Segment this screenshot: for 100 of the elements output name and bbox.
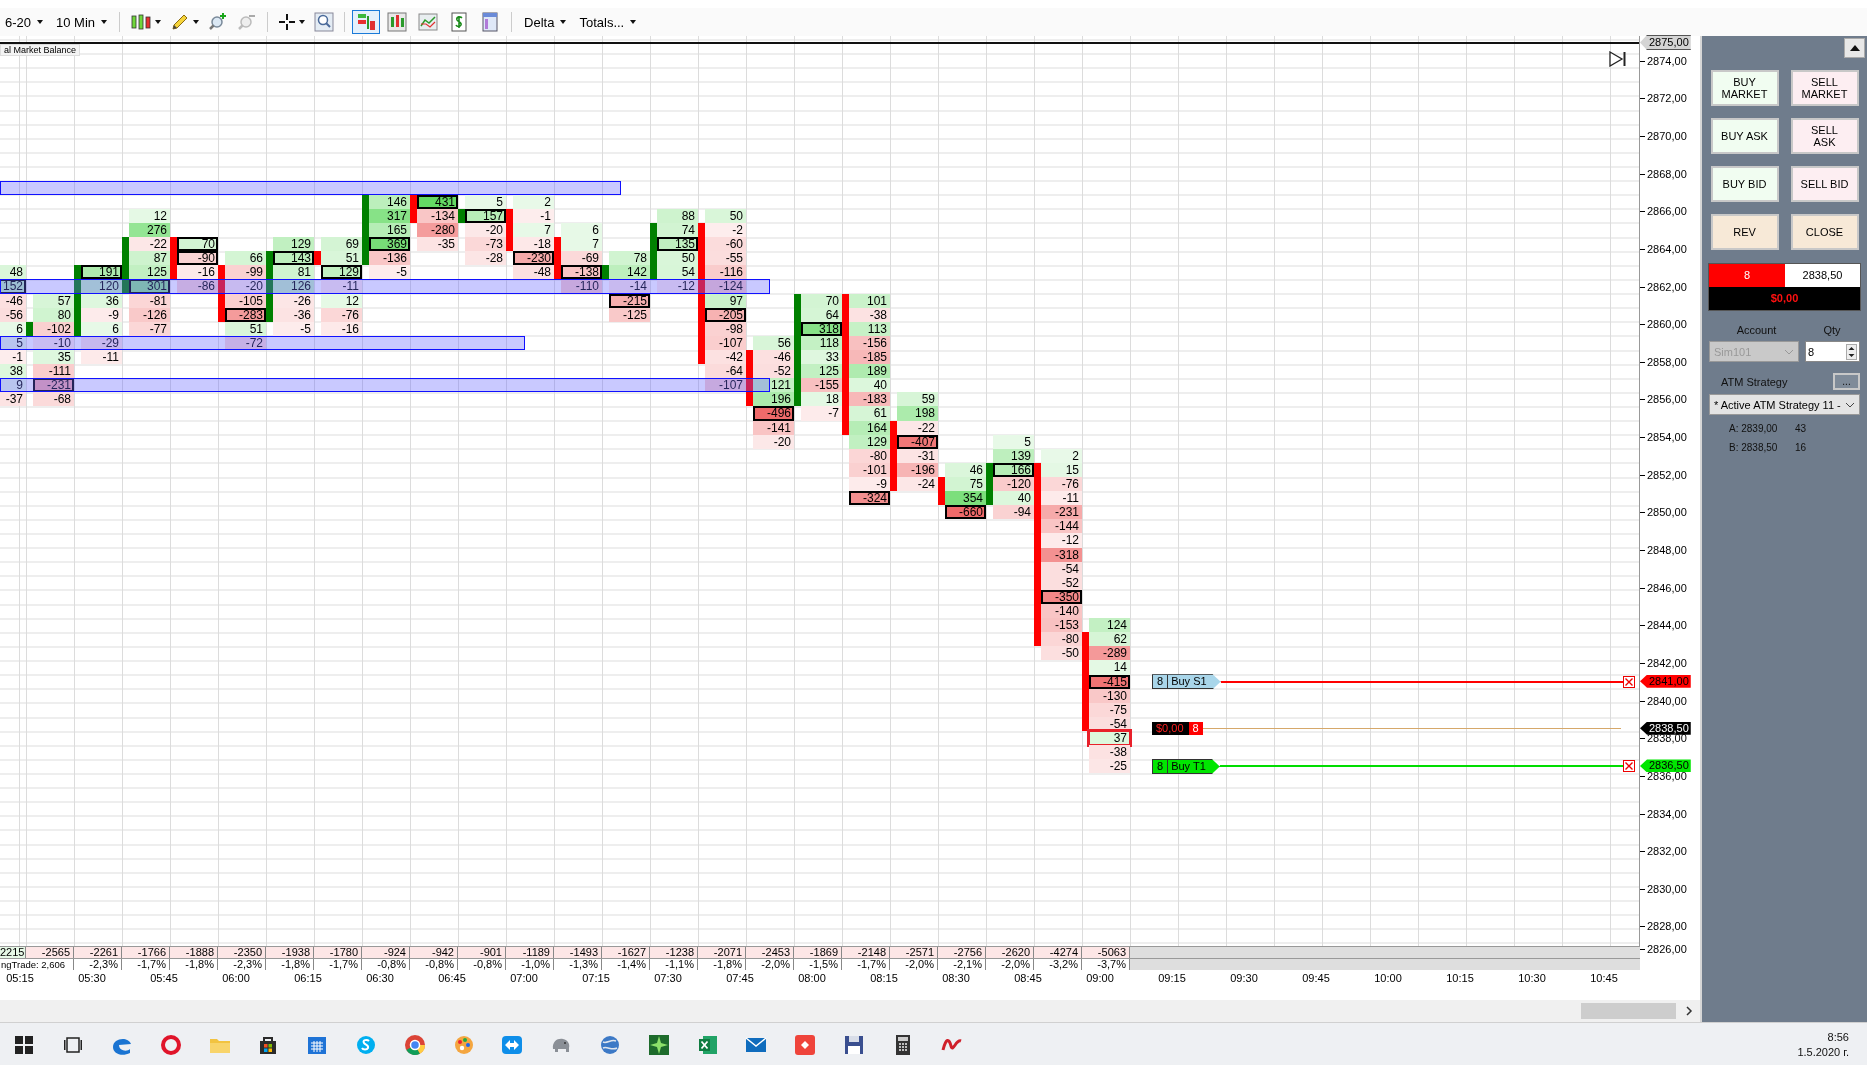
footprint-cell: -144 — [1041, 519, 1082, 534]
chevron-down-icon — [1845, 401, 1855, 408]
price-label: 2854,00 — [1640, 430, 1687, 445]
delta-total: -4274 — [1034, 947, 1082, 958]
delta-total: -924 — [362, 947, 410, 958]
leaf-icon[interactable] — [646, 1032, 671, 1057]
footprint-cell: 74 — [657, 223, 698, 238]
scrollbar[interactable] — [0, 1000, 1700, 1022]
footprint-cell: 198 — [897, 406, 938, 421]
clock-date[interactable]: 1.5.2020 г. — [1797, 1044, 1849, 1060]
caret-icon — [560, 20, 567, 24]
crosshair-icon — [278, 13, 297, 31]
spinner-arrows-icon[interactable] — [1846, 343, 1857, 360]
order-button[interactable]: BUY BID — [1710, 166, 1779, 202]
caret-icon — [630, 20, 637, 24]
interval-dropdown[interactable]: 10 Min — [51, 12, 113, 32]
order-quantity: 8 — [1153, 675, 1169, 689]
footprint-cell: 121 — [753, 378, 794, 393]
footprint-cell: 124 — [1089, 618, 1130, 633]
footprint-cell: -107 — [705, 378, 746, 393]
footprint-cell: -94 — [993, 505, 1034, 520]
quantity-field[interactable]: 8 — [1805, 341, 1860, 362]
order-button[interactable]: CLOSE — [1790, 214, 1859, 250]
time-label: 06:15 — [293, 971, 323, 986]
mode-dropdown[interactable]: Delta — [519, 12, 572, 32]
position-tag[interactable]: $0,00 8 — [1152, 722, 1203, 736]
zoom-in-icon — [208, 12, 229, 32]
footprint-cell: -496 — [753, 406, 794, 421]
footprint-icon — [356, 12, 377, 32]
ring-icon[interactable] — [158, 1032, 183, 1057]
footprint-cell: 81 — [273, 265, 314, 280]
delta-total: -1780 — [314, 947, 362, 958]
collapse-button[interactable] — [1844, 38, 1865, 58]
chevron-right-icon[interactable] — [1684, 1006, 1694, 1016]
footprint-cell: 2 — [1041, 448, 1082, 463]
scroll-to-end-icon[interactable] — [1609, 51, 1627, 67]
instrument-dropdown[interactable]: 6-20 — [0, 12, 49, 32]
footprint-cell: -37 — [0, 392, 26, 407]
position-quantity: 8 — [1188, 722, 1203, 736]
footprint-cell: -280 — [417, 223, 458, 238]
circle-segments-icon[interactable] — [402, 1032, 427, 1057]
chart-view-button[interactable] — [352, 10, 381, 34]
footprint-cell: 50 — [705, 208, 746, 223]
delta-total: -2071 — [698, 947, 746, 958]
close-icon[interactable] — [1623, 760, 1635, 773]
footprint-cell: -55 — [705, 251, 746, 266]
price-label: 2846,00 — [1640, 580, 1687, 595]
order-button[interactable]: REV — [1710, 214, 1779, 250]
price-label: 2856,00 — [1640, 392, 1687, 407]
time-label: 09:15 — [1157, 971, 1187, 986]
time-label: 08:00 — [797, 971, 827, 986]
footprint-cell: 135 — [657, 237, 698, 252]
footprint-cell: -660 — [945, 505, 986, 520]
footprint-cell: -68 — [33, 392, 74, 407]
footprint-cell: -155 — [801, 378, 842, 393]
footprint-cell: -289 — [1089, 646, 1130, 661]
order-quantity: 8 — [1153, 759, 1169, 773]
footprint-cell: -86 — [177, 279, 218, 294]
time-label: 08:30 — [941, 971, 971, 986]
clock-time[interactable]: 8:56 — [1827, 1029, 1849, 1045]
scrollbar-thumb[interactable] — [1581, 1003, 1676, 1019]
totals-dropdown[interactable]: Totals... — [574, 12, 642, 32]
price-label: 2862,00 — [1640, 279, 1687, 294]
order-button[interactable]: SELL ASK — [1790, 118, 1859, 154]
price-label: 2858,00 — [1640, 354, 1687, 369]
more-button[interactable]: ... — [1833, 373, 1860, 390]
position-pnl: $0,00 — [1155, 722, 1185, 736]
price-label: 2826,00 — [1640, 942, 1687, 956]
footprint-cell: 88 — [657, 208, 698, 223]
footprint-cell: 57 — [33, 293, 74, 308]
order-button[interactable]: BUY MARKET — [1710, 70, 1779, 106]
price-label: 2868,00 — [1640, 166, 1687, 181]
quote-size: 43 — [1795, 423, 1808, 434]
footprint-cell: -20 — [465, 223, 506, 238]
footprint-cell: 51 — [321, 251, 362, 266]
atm-strategy-dropdown[interactable]: * Active ATM Strategy 11 - — [1709, 394, 1860, 415]
order-button[interactable]: BUY ASK — [1710, 118, 1779, 154]
close-icon[interactable] — [1623, 675, 1635, 688]
delta-total: -2620 — [986, 947, 1034, 958]
order-button[interactable]: SELL BID — [1790, 166, 1859, 202]
order-button[interactable]: SELL MARKET — [1790, 70, 1859, 106]
time-label: 06:45 — [437, 971, 467, 986]
price-tag: 2838,50 — [1640, 721, 1691, 735]
footprint-cell: 301 — [129, 279, 170, 294]
order-line[interactable] — [1220, 680, 1623, 683]
delta-total: -1869 — [794, 947, 842, 958]
footprint-cell: -7 — [801, 406, 842, 421]
time-label: 06:30 — [365, 971, 395, 986]
chevron-down-icon — [1784, 348, 1794, 355]
order-tag[interactable]: 8 Buy S1 — [1152, 674, 1221, 690]
footprint-cell: -18 — [513, 237, 554, 252]
footprint-cell: -16 — [177, 265, 218, 280]
footprint-cell: -11 — [1041, 491, 1082, 506]
search-icon — [314, 12, 335, 32]
footprint-cell: 66 — [225, 251, 266, 266]
footprint-cell: -153 — [1041, 618, 1082, 633]
order-tag[interactable]: 8 Buy T1 — [1152, 758, 1220, 774]
footprint-cell: -231 — [33, 378, 74, 393]
price-tag: 2836,50 — [1640, 759, 1691, 773]
footprint-cell: -230 — [513, 251, 554, 266]
